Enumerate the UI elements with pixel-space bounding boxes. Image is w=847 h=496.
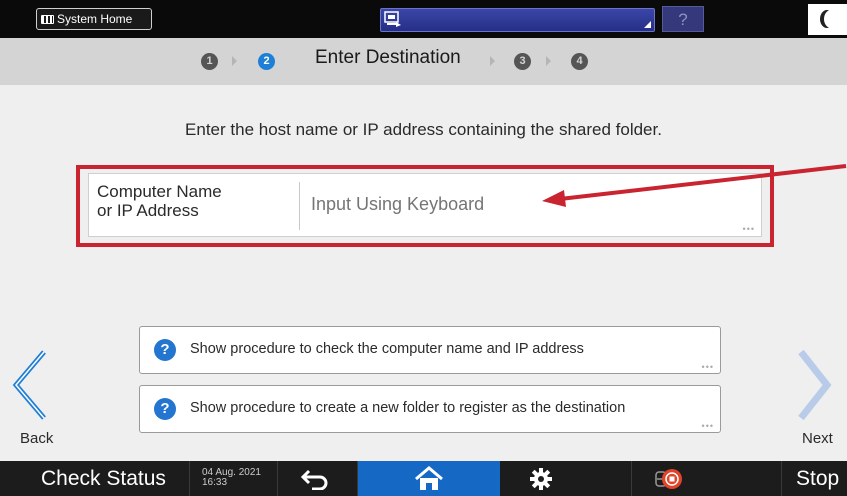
mode-button[interactable]: [808, 4, 847, 35]
more-dots: •••: [701, 421, 714, 431]
field-label-line2: or IP Address: [97, 201, 199, 220]
step-1: 1: [201, 53, 218, 70]
procedure-label: Show procedure to create a new folder to…: [190, 400, 626, 416]
step-2-active: 2: [258, 53, 275, 70]
step-3: 3: [514, 53, 531, 70]
home-button[interactable]: [358, 461, 500, 496]
procedure-button-check-name[interactable]: ? Show procedure to check the computer n…: [139, 326, 721, 374]
return-arrow-icon: [300, 469, 328, 490]
check-status-button[interactable]: Check Status: [0, 461, 190, 496]
device-icon: [384, 11, 401, 27]
step-indicator: 1 2 Enter Destination 3 4: [0, 38, 847, 85]
stop-button[interactable]: Stop: [782, 461, 847, 496]
procedure-label: Show procedure to check the computer nam…: [190, 341, 584, 357]
top-bar: System Home ?: [0, 0, 847, 38]
date-time: 04 Aug. 2021 16:33: [190, 461, 278, 496]
moon-icon: [824, 10, 838, 28]
field-label: Computer Name or IP Address: [97, 182, 287, 220]
next-label: Next: [802, 430, 833, 447]
step-4: 4: [571, 53, 588, 70]
help-button[interactable]: ?: [662, 6, 704, 32]
chevron-left-icon: [12, 350, 46, 420]
grid-icon: [41, 14, 54, 24]
system-home-label: System Home: [57, 12, 133, 26]
step-title: Enter Destination: [315, 47, 461, 68]
procedure-button-create-folder[interactable]: ? Show procedure to create a new folder …: [139, 385, 721, 433]
annotation-arrow: [542, 164, 847, 207]
question-circle-icon: ?: [154, 339, 176, 361]
instruction-text: Enter the host name or IP address contai…: [185, 120, 662, 139]
question-circle-icon: ?: [154, 398, 176, 420]
gear-icon: [530, 468, 552, 490]
back-label: Back: [20, 430, 54, 447]
time-text: 16:33: [202, 477, 228, 488]
help-icon: ?: [678, 10, 688, 29]
more-dots: •••: [701, 362, 714, 372]
more-dots: •••: [742, 224, 755, 234]
field-divider: [299, 182, 300, 230]
home-icon: [415, 466, 443, 490]
stop-icon: [662, 469, 682, 489]
settings-button[interactable]: [500, 461, 632, 496]
bottom-bar: Check Status 04 Aug. 2021 16:33 Stop: [0, 461, 847, 496]
step-arrow: [232, 56, 237, 66]
step-arrow: [490, 56, 495, 66]
memory-indicator: [632, 461, 782, 496]
system-home-button[interactable]: System Home: [36, 8, 152, 30]
chevron-right-icon: [798, 349, 832, 421]
app-selector[interactable]: [380, 8, 655, 32]
main-panel: Enter the host name or IP address contai…: [0, 85, 847, 461]
dropdown-corner-icon: [644, 21, 651, 28]
return-button[interactable]: [278, 461, 358, 496]
step-arrow: [546, 56, 551, 66]
field-label-line1: Computer Name: [97, 182, 222, 201]
